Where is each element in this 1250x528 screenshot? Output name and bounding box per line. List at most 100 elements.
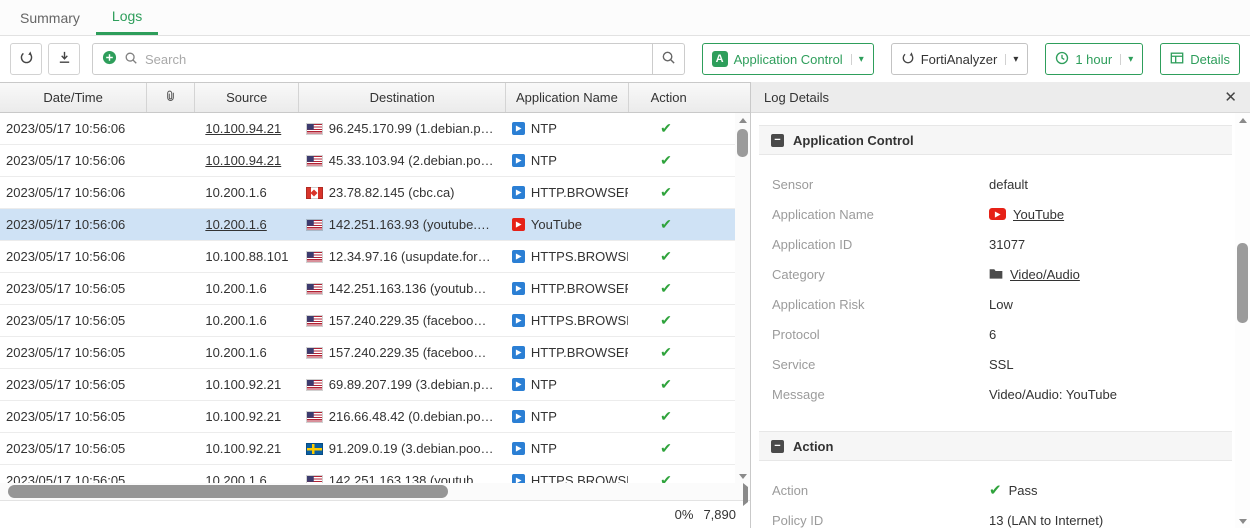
application-control-dropdown[interactable]: A Application Control ▾	[702, 43, 874, 75]
source-ip[interactable]: 10.100.94.21	[205, 153, 281, 168]
table-row[interactable]: 2023/05/17 10:56:05 10.200.1.6 157.240.2…	[0, 337, 750, 369]
scrollbar-thumb[interactable]	[1237, 243, 1248, 323]
close-icon[interactable]: ✕	[1224, 90, 1237, 105]
field-value: 6	[989, 327, 996, 342]
log-source-dropdown[interactable]: FortiAnalyzer ▾	[891, 43, 1029, 75]
cell-attachment	[147, 145, 195, 176]
table-row[interactable]: 2023/05/17 10:56:06 10.200.1.6 142.251.1…	[0, 209, 750, 241]
cell-application: HTTP.BROWSER	[506, 177, 628, 208]
cell-destination: 12.34.97.16 (usupdate.for…	[300, 241, 506, 272]
fortianalyzer-icon	[901, 51, 915, 68]
source-ip[interactable]: 10.100.94.21	[205, 121, 281, 136]
table-details-icon	[1170, 51, 1184, 68]
log-details-header: Log Details ✕	[751, 82, 1250, 113]
download-icon	[57, 50, 72, 68]
cell-action: ✔	[628, 145, 750, 176]
cell-action: ✔	[628, 369, 750, 400]
cell-application: HTTP.BROWSER	[506, 273, 628, 304]
destination-host: 96.245.170.99 (1.debian.p…	[329, 121, 494, 136]
column-header-action[interactable]: Action	[629, 83, 750, 112]
application-name: HTTPS.BROWSER	[531, 473, 628, 483]
column-header-destination[interactable]: Destination	[299, 83, 506, 112]
field-value[interactable]: Video/Audio	[989, 267, 1080, 282]
table-row[interactable]: 2023/05/17 10:56:06 10.100.94.21 96.245.…	[0, 113, 750, 145]
table-vertical-scrollbar[interactable]	[735, 113, 750, 483]
tab-logs[interactable]: Logs	[96, 0, 158, 35]
search-input[interactable]	[145, 52, 643, 67]
panel-vertical-scrollbar[interactable]	[1235, 113, 1250, 528]
table-row[interactable]: 2023/05/17 10:56:05 10.200.1.6 142.251.1…	[0, 465, 750, 483]
pass-check-icon: ✔	[989, 481, 1002, 499]
cell-destination: 45.33.103.94 (2.debian.po…	[300, 145, 506, 176]
destination-host: 142.251.163.136 (youtub…	[329, 281, 487, 296]
section-header[interactable]: − Action	[759, 431, 1232, 461]
application-name: HTTP.BROWSER	[531, 281, 628, 296]
scroll-down-arrow[interactable]	[735, 469, 750, 483]
details-toggle-button[interactable]: Details	[1160, 43, 1240, 75]
folder-icon	[989, 267, 1003, 282]
cell-action: ✔	[628, 401, 750, 432]
detail-field: Sensor default	[772, 169, 1250, 199]
cell-datetime: 2023/05/17 10:56:05	[0, 273, 147, 304]
pass-check-icon: ✔	[660, 280, 672, 297]
search-icon	[661, 50, 676, 68]
table-row[interactable]: 2023/05/17 10:56:05 10.100.92.21 91.209.…	[0, 433, 750, 465]
destination-host: 91.209.0.19 (3.debian.poo…	[329, 441, 494, 456]
application-name: YouTube	[531, 217, 582, 232]
pass-check-icon: ✔	[660, 248, 672, 265]
column-header-source[interactable]: Source	[195, 83, 299, 112]
table-row[interactable]: 2023/05/17 10:56:05 10.200.1.6 157.240.2…	[0, 305, 750, 337]
search-submit-button[interactable]	[652, 43, 685, 75]
source-ip: 10.200.1.6	[205, 345, 266, 360]
table-row[interactable]: 2023/05/17 10:56:05 10.100.92.21 216.66.…	[0, 401, 750, 433]
collapse-icon[interactable]: −	[771, 134, 784, 147]
time-range-dropdown[interactable]: 1 hour ▾	[1045, 43, 1143, 75]
tab-summary[interactable]: Summary	[4, 0, 96, 35]
table-row[interactable]: 2023/05/17 10:56:06 10.100.88.101 12.34.…	[0, 241, 750, 273]
cell-destination: 91.209.0.19 (3.debian.poo…	[300, 433, 506, 464]
scroll-right-arrow[interactable]	[743, 487, 748, 502]
column-header-attachment[interactable]	[147, 83, 195, 112]
table-row[interactable]: 2023/05/17 10:56:06 10.100.94.21 45.33.1…	[0, 145, 750, 177]
refresh-button[interactable]	[10, 43, 42, 75]
field-label: Application Name	[772, 207, 989, 222]
destination-host: 157.240.229.35 (faceboo…	[329, 313, 487, 328]
cell-destination: 216.66.48.42 (0.debian.po…	[300, 401, 506, 432]
download-button[interactable]	[48, 43, 80, 75]
detail-field: Application Risk Low	[772, 289, 1250, 319]
collapse-icon[interactable]: −	[771, 440, 784, 453]
cell-application: HTTPS.BROWSER	[506, 465, 628, 483]
table-row[interactable]: 2023/05/17 10:56:05 10.200.1.6 142.251.1…	[0, 273, 750, 305]
source-ip[interactable]: 10.200.1.6	[205, 217, 266, 232]
flag-us-icon	[306, 123, 323, 135]
table-row[interactable]: 2023/05/17 10:56:05 10.100.92.21 69.89.2…	[0, 369, 750, 401]
source-ip: 10.200.1.6	[205, 473, 266, 483]
flag-us-icon	[306, 251, 323, 263]
add-filter-icon[interactable]	[102, 50, 117, 68]
scrollbar-thumb[interactable]	[737, 129, 748, 157]
field-value[interactable]: YouTube	[989, 207, 1064, 222]
cell-attachment	[147, 113, 195, 144]
section-header[interactable]: − Application Control	[759, 125, 1232, 155]
details-label: Details	[1190, 52, 1230, 67]
cell-attachment	[147, 337, 195, 368]
cell-action: ✔	[628, 177, 750, 208]
pass-check-icon: ✔	[660, 216, 672, 233]
scroll-up-arrow[interactable]	[735, 113, 750, 127]
scrollbar-thumb[interactable]	[8, 485, 448, 498]
horizontal-scrollbar[interactable]	[0, 483, 750, 500]
cell-attachment	[147, 305, 195, 336]
column-header-application[interactable]: Application Name	[506, 83, 628, 112]
application-icon	[512, 282, 525, 295]
search-box[interactable]	[92, 43, 653, 75]
cell-datetime: 2023/05/17 10:56:05	[0, 465, 147, 483]
field-value: Low	[989, 297, 1013, 312]
cell-application: NTP	[506, 113, 628, 144]
scroll-down-arrow[interactable]	[1235, 514, 1250, 528]
destination-host: 69.89.207.199 (3.debian.p…	[329, 377, 494, 392]
scroll-up-arrow[interactable]	[1235, 113, 1250, 127]
cell-source: 10.100.92.21	[195, 369, 299, 400]
source-ip: 10.100.92.21	[205, 409, 281, 424]
table-row[interactable]: 2023/05/17 10:56:06 10.200.1.6 23.78.82.…	[0, 177, 750, 209]
column-header-datetime[interactable]: Date/Time	[0, 83, 147, 112]
